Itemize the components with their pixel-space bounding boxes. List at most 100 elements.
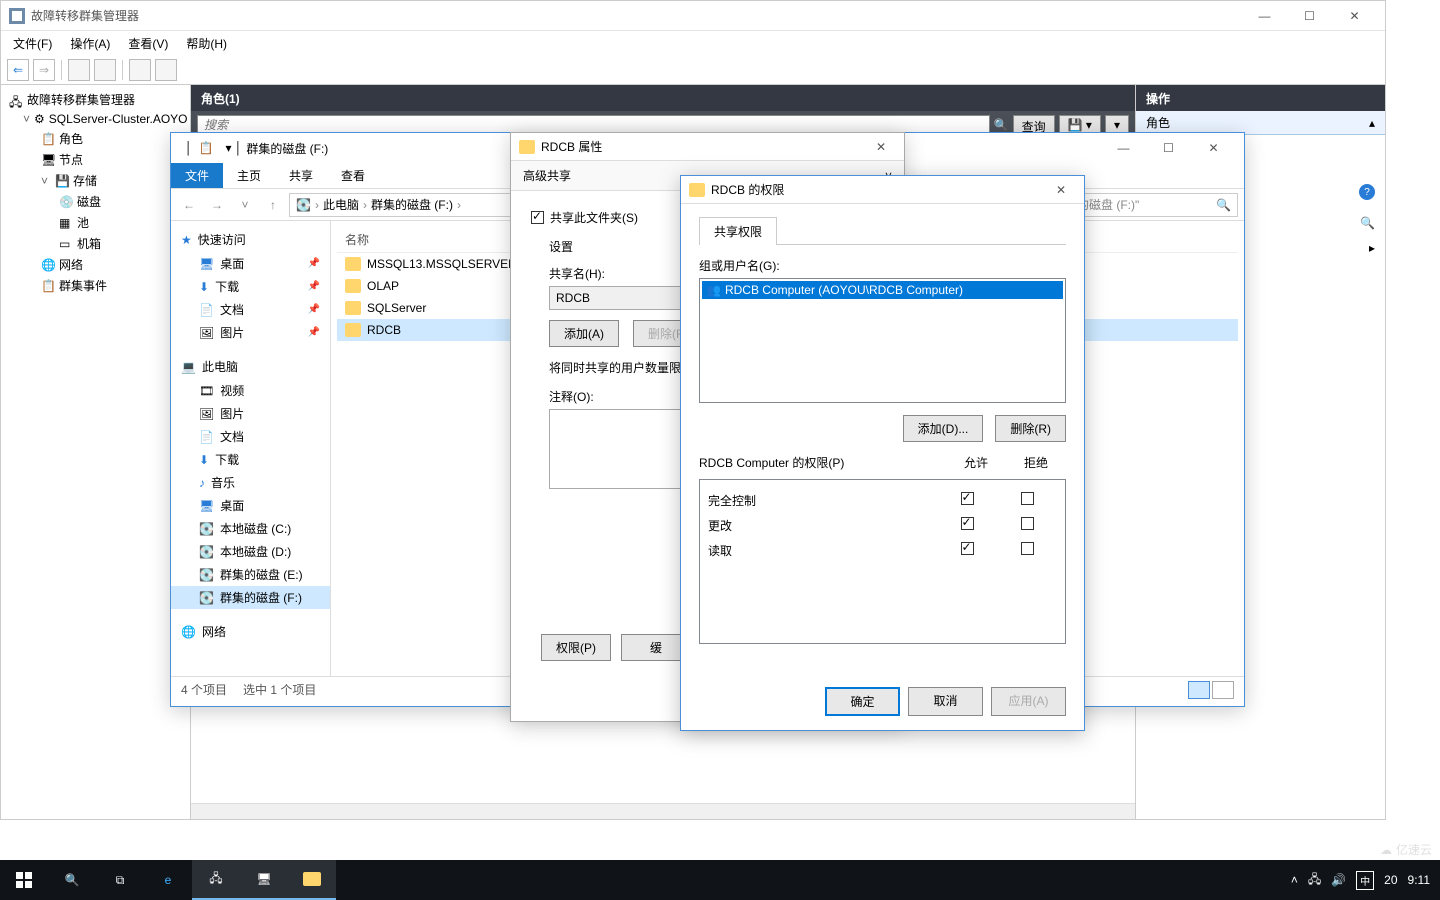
ie-button[interactable]: e [144,860,192,900]
sidebar-desktop-2[interactable]: 🖥桌面 [171,494,330,517]
remove-button[interactable]: 删除(R) [995,415,1066,442]
sidebar-network[interactable]: 🌐网络 [171,619,330,644]
expander-icon[interactable]: ˅ [41,174,51,188]
tree-disks[interactable]: 💿磁盘 [5,191,186,212]
view-large-icon[interactable] [1212,681,1234,699]
toolbar-icon-4[interactable] [155,59,177,81]
taskbar-explorer[interactable] [288,860,336,900]
minimize-button[interactable]: — [1242,2,1287,30]
tree-root[interactable]: 🖧故障转移群集管理器 [5,89,186,110]
start-button[interactable] [0,860,48,900]
taskbar-app-1[interactable]: 🖧 [192,860,240,900]
sidebar-pictures-2[interactable]: 🖼图片 [171,402,330,425]
sidebar-documents-2[interactable]: 📄文档 [171,425,330,448]
menu-action[interactable]: 操作(A) [62,32,118,55]
tree-cluster[interactable]: ˅⚙SQLServer-Cluster.AOYO [5,110,186,128]
search-button[interactable]: 🔍 [48,860,96,900]
tab-share-permissions[interactable]: 共享权限 [699,217,777,245]
maximize-button[interactable]: ☐ [1146,134,1191,162]
menu-help[interactable]: 帮助(H) [178,32,235,55]
breadcrumb-drive[interactable]: 群集的磁盘 (F:) [371,196,453,213]
toolbar-icon-3[interactable] [129,59,151,81]
tab-home[interactable]: 主页 [223,163,275,188]
network-tray-icon[interactable]: 🖧 [1308,870,1321,891]
sidebar-local-c[interactable]: 💽本地磁盘 (C:) [171,517,330,540]
apply-button[interactable]: 应用(A) [991,687,1066,716]
menu-view[interactable]: 查看(V) [120,32,176,55]
tree-enclosures[interactable]: ▭机箱 [5,233,186,254]
nav-forward-icon[interactable]: ⇒ [33,59,55,81]
tree-nodes[interactable]: 🖥节点 [5,149,186,170]
explorer-search[interactable]: 集的磁盘 (F:)" 🔍 [1058,193,1238,217]
sidebar-desktop[interactable]: 🖥桌面📌 [171,252,330,275]
nav-up-icon[interactable]: ↑ [261,193,285,217]
sidebar-this-pc[interactable]: 💻此电脑 [171,354,330,379]
allow-change-checkbox[interactable] [961,517,974,530]
cancel-button[interactable]: 取消 [908,687,983,716]
share-checkbox[interactable] [531,211,544,224]
horizontal-scrollbar[interactable] [191,803,1135,819]
allow-read-checkbox[interactable] [961,542,974,555]
menu-bar: 文件(F) 操作(A) 查看(V) 帮助(H) [1,31,1385,55]
deny-change-checkbox[interactable] [1021,517,1034,530]
tab-file[interactable]: 文件 [171,163,223,188]
taskbar-app-2[interactable]: 🖥 [240,860,288,900]
close-button[interactable]: ✕ [866,140,896,154]
tab-share[interactable]: 共享 [275,163,327,188]
quick-access-icon[interactable]: 📋 [199,141,214,155]
sidebar-cluster-f[interactable]: 💽群集的磁盘 (F:) [171,586,330,609]
tab-view[interactable]: 查看 [327,163,379,188]
tree-storage[interactable]: ˅💾存储 [5,170,186,191]
tree-networks[interactable]: 🌐网络 [5,254,186,275]
sidebar-cluster-e[interactable]: 💽群集的磁盘 (E:) [171,563,330,586]
toolbar-icon-1[interactable] [68,59,90,81]
deny-header: 拒绝 [1006,454,1066,471]
close-button[interactable]: ✕ [1046,183,1076,197]
sidebar-downloads-2[interactable]: ⬇下载 [171,448,330,471]
collapse-icon[interactable]: ▴ [1369,116,1375,130]
ok-button[interactable]: 确定 [825,687,900,716]
sidebar-music[interactable]: ♪音乐 [171,471,330,494]
search-icon[interactable]: 🔍 [994,118,1009,132]
deny-read-checkbox[interactable] [1021,542,1034,555]
toolbar-icon-2[interactable] [94,59,116,81]
menu-file[interactable]: 文件(F) [5,32,60,55]
tree-pools[interactable]: ▦池 [5,212,186,233]
help-icon[interactable]: ? [1359,184,1375,200]
volume-tray-icon[interactable]: 🔊 [1331,873,1346,887]
expander-icon[interactable]: ˅ [23,112,30,126]
storage-icon: 💾 [55,174,69,188]
close-button[interactable]: ✕ [1191,134,1236,162]
minimize-button[interactable]: — [1101,134,1146,162]
sidebar-videos[interactable]: 🎞视频 [171,379,330,402]
tray-extra: 20 [1384,873,1397,887]
close-button[interactable]: ✕ [1332,2,1377,30]
sidebar-pictures[interactable]: 🖼图片📌 [171,321,330,344]
sidebar-local-d[interactable]: 💽本地磁盘 (D:) [171,540,330,563]
add-button[interactable]: 添加(D)... [903,415,984,442]
nav-forward-icon[interactable]: → [205,193,229,217]
tray-chevron-icon[interactable]: ˄ [1291,873,1298,887]
user-entry[interactable]: 👥 RDCB Computer (AOYOU\RDCB Computer) [702,281,1063,299]
folder-icon [345,323,361,337]
users-list[interactable]: 👥 RDCB Computer (AOYOU\RDCB Computer) [699,278,1066,403]
sidebar-documents[interactable]: 📄文档📌 [171,298,330,321]
tree-roles[interactable]: 📋角色 [5,128,186,149]
task-view-button[interactable]: ⧉ [96,860,144,900]
tree-events[interactable]: 📋群集事件 [5,275,186,296]
allow-full-checkbox[interactable] [961,492,974,505]
view-details-icon[interactable] [1188,681,1210,699]
ime-indicator[interactable]: 中 [1356,871,1374,890]
sidebar-quick-access[interactable]: ★快速访问 [171,227,330,252]
nav-back-icon[interactable]: ← [177,193,201,217]
tray-time[interactable]: 9:11 [1408,873,1430,887]
nav-back-icon[interactable]: ⇐ [7,59,29,81]
deny-full-checkbox[interactable] [1021,492,1034,505]
breadcrumb-pc[interactable]: 此电脑 [323,196,359,213]
maximize-button[interactable]: ☐ [1287,2,1332,30]
add-button[interactable]: 添加(A) [549,320,619,347]
nodes-icon: 🖥 [41,153,55,167]
permissions-button[interactable]: 权限(P) [541,634,611,661]
nav-recent-icon[interactable]: ˅ [233,193,257,217]
sidebar-downloads[interactable]: ⬇下载📌 [171,275,330,298]
